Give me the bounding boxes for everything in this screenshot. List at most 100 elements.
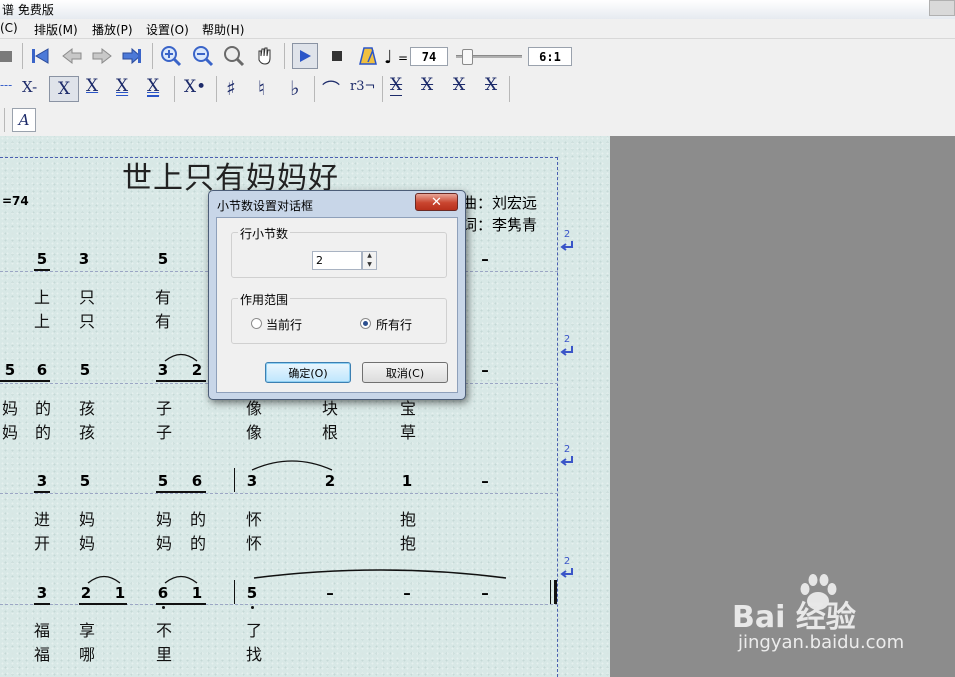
menu-settings[interactable]: 设置(O) (146, 21, 189, 38)
hand-icon[interactable] (252, 43, 278, 69)
text-tool-icon[interactable]: A (12, 108, 36, 132)
note[interactable]: 5 (153, 472, 173, 490)
note[interactable]: – (475, 472, 495, 490)
note[interactable]: – (475, 361, 495, 379)
note[interactable]: 5 (0, 361, 20, 379)
note[interactable]: 1 (397, 472, 417, 490)
next-page-icon[interactable] (89, 43, 115, 69)
note[interactable]: 3 (32, 472, 52, 490)
radio-current-line[interactable] (251, 318, 262, 329)
note[interactable]: – (475, 250, 495, 268)
lyric: 找 (245, 645, 262, 664)
measures-spinner[interactable]: ▲ ▼ (362, 251, 377, 270)
tempo-slider-thumb[interactable] (461, 49, 473, 65)
octave-up2-icon[interactable]: X (453, 75, 465, 95)
line-return-icon[interactable]: 2 (559, 334, 575, 360)
octave-up-icon[interactable]: X (390, 75, 403, 96)
lyric: 抱 (399, 510, 416, 529)
lyric: 怀 (245, 510, 262, 529)
note[interactable]: 5 (153, 250, 173, 268)
note[interactable]: 5 (32, 250, 52, 268)
line-return-icon[interactable]: 2 (559, 229, 575, 255)
note[interactable]: 2 (76, 584, 96, 602)
note[interactable]: – (320, 584, 340, 602)
octave-down2-icon[interactable]: X (485, 75, 497, 95)
line-return-icon[interactable]: 2 (559, 444, 575, 470)
tempo-equals: = (398, 51, 409, 65)
note[interactable]: 6 (187, 472, 207, 490)
menu-edit[interactable]: (C) (0, 21, 18, 35)
eighth-beam (34, 491, 50, 493)
dialog-close-button[interactable]: ✕ (415, 193, 458, 211)
slur (164, 353, 198, 362)
last-page-icon[interactable] (119, 43, 145, 69)
note[interactable]: 2 (187, 361, 207, 379)
underline-half-icon[interactable]: X- (22, 78, 37, 96)
dotted-note-icon[interactable]: X• (184, 77, 206, 97)
tie-icon[interactable]: ⌒ (322, 76, 340, 102)
slur (164, 575, 198, 584)
tempo-input[interactable]: 74 (410, 47, 448, 66)
zoom-in-icon[interactable] (158, 43, 184, 69)
note[interactable]: 3 (242, 472, 262, 490)
radio-all-lines[interactable] (360, 318, 371, 329)
note[interactable]: 6 (32, 361, 52, 379)
fit-page-icon[interactable] (221, 43, 247, 69)
note[interactable]: 6 (153, 584, 173, 602)
flat-icon[interactable]: ♭ (290, 76, 299, 100)
lyric: 的 (34, 399, 51, 418)
note[interactable]: 5 (242, 584, 262, 602)
natural-icon[interactable]: ♮ (258, 76, 265, 100)
note[interactable]: 2 (320, 472, 340, 490)
note[interactable]: 3 (32, 584, 52, 602)
sharp-icon[interactable]: ♯ (226, 76, 236, 100)
dialog-titlebar[interactable]: 小节数设置对话框 ✕ (209, 191, 465, 217)
lyric: 子 (155, 423, 172, 442)
note[interactable]: 5 (75, 472, 95, 490)
lyric: 开 (33, 534, 50, 553)
prev-page-icon[interactable] (59, 43, 85, 69)
metronome-icon[interactable] (355, 43, 381, 69)
menu-layout[interactable]: 排版(M) (34, 21, 78, 38)
note[interactable]: 1 (187, 584, 207, 602)
dash-tool-icon[interactable]: --- (0, 78, 12, 92)
window-close-button[interactable] (929, 0, 955, 16)
lyric: 只 (78, 312, 95, 331)
note[interactable]: 1 (110, 584, 130, 602)
eighth-beam (34, 603, 50, 605)
spin-down-icon[interactable]: ▼ (363, 261, 376, 269)
toolbar-separator (382, 76, 383, 102)
first-page-icon[interactable] (28, 43, 54, 69)
lyric: 怀 (245, 534, 262, 553)
radio-all-lines-label[interactable]: 所有行 (376, 316, 412, 333)
note[interactable]: 3 (74, 250, 94, 268)
zoom-out-icon[interactable] (190, 43, 216, 69)
menu-play[interactable]: 播放(P) (92, 21, 133, 38)
lyric: 妈 (1, 399, 18, 418)
octave-down-icon[interactable]: X (421, 75, 433, 95)
line-return-icon[interactable]: 2 (559, 556, 575, 582)
eighth-beam (156, 380, 206, 382)
lyric: 上 (33, 312, 50, 331)
note[interactable]: 5 (75, 361, 95, 379)
note-x-icon[interactable]: X (49, 76, 79, 102)
cancel-button[interactable]: 取消(C) (362, 362, 448, 383)
thirtysecond-underline-icon[interactable]: X (147, 76, 160, 97)
time-signature-field[interactable]: 6:1 (528, 47, 572, 66)
toolbar-navigation: ♩ = 74 6:1 (0, 39, 955, 74)
ok-button[interactable]: 确定(O) (265, 362, 351, 383)
radio-current-line-label[interactable]: 当前行 (266, 316, 302, 333)
eighth-underline-icon[interactable]: X (86, 76, 98, 96)
sixteenth-underline-icon[interactable]: X (116, 76, 128, 96)
play-icon[interactable] (292, 43, 318, 69)
note[interactable]: 3 (153, 361, 173, 379)
note[interactable]: – (397, 584, 417, 602)
measures-per-line-input[interactable]: 2 (312, 251, 362, 270)
open-icon[interactable] (0, 43, 18, 69)
triplet-icon[interactable]: r3¬ (350, 79, 375, 94)
menu-help[interactable]: 帮助(H) (202, 21, 244, 38)
lyric: 孩 (78, 399, 95, 418)
stop-icon[interactable] (324, 43, 350, 69)
note[interactable]: – (475, 584, 495, 602)
spin-up-icon[interactable]: ▲ (363, 252, 376, 260)
